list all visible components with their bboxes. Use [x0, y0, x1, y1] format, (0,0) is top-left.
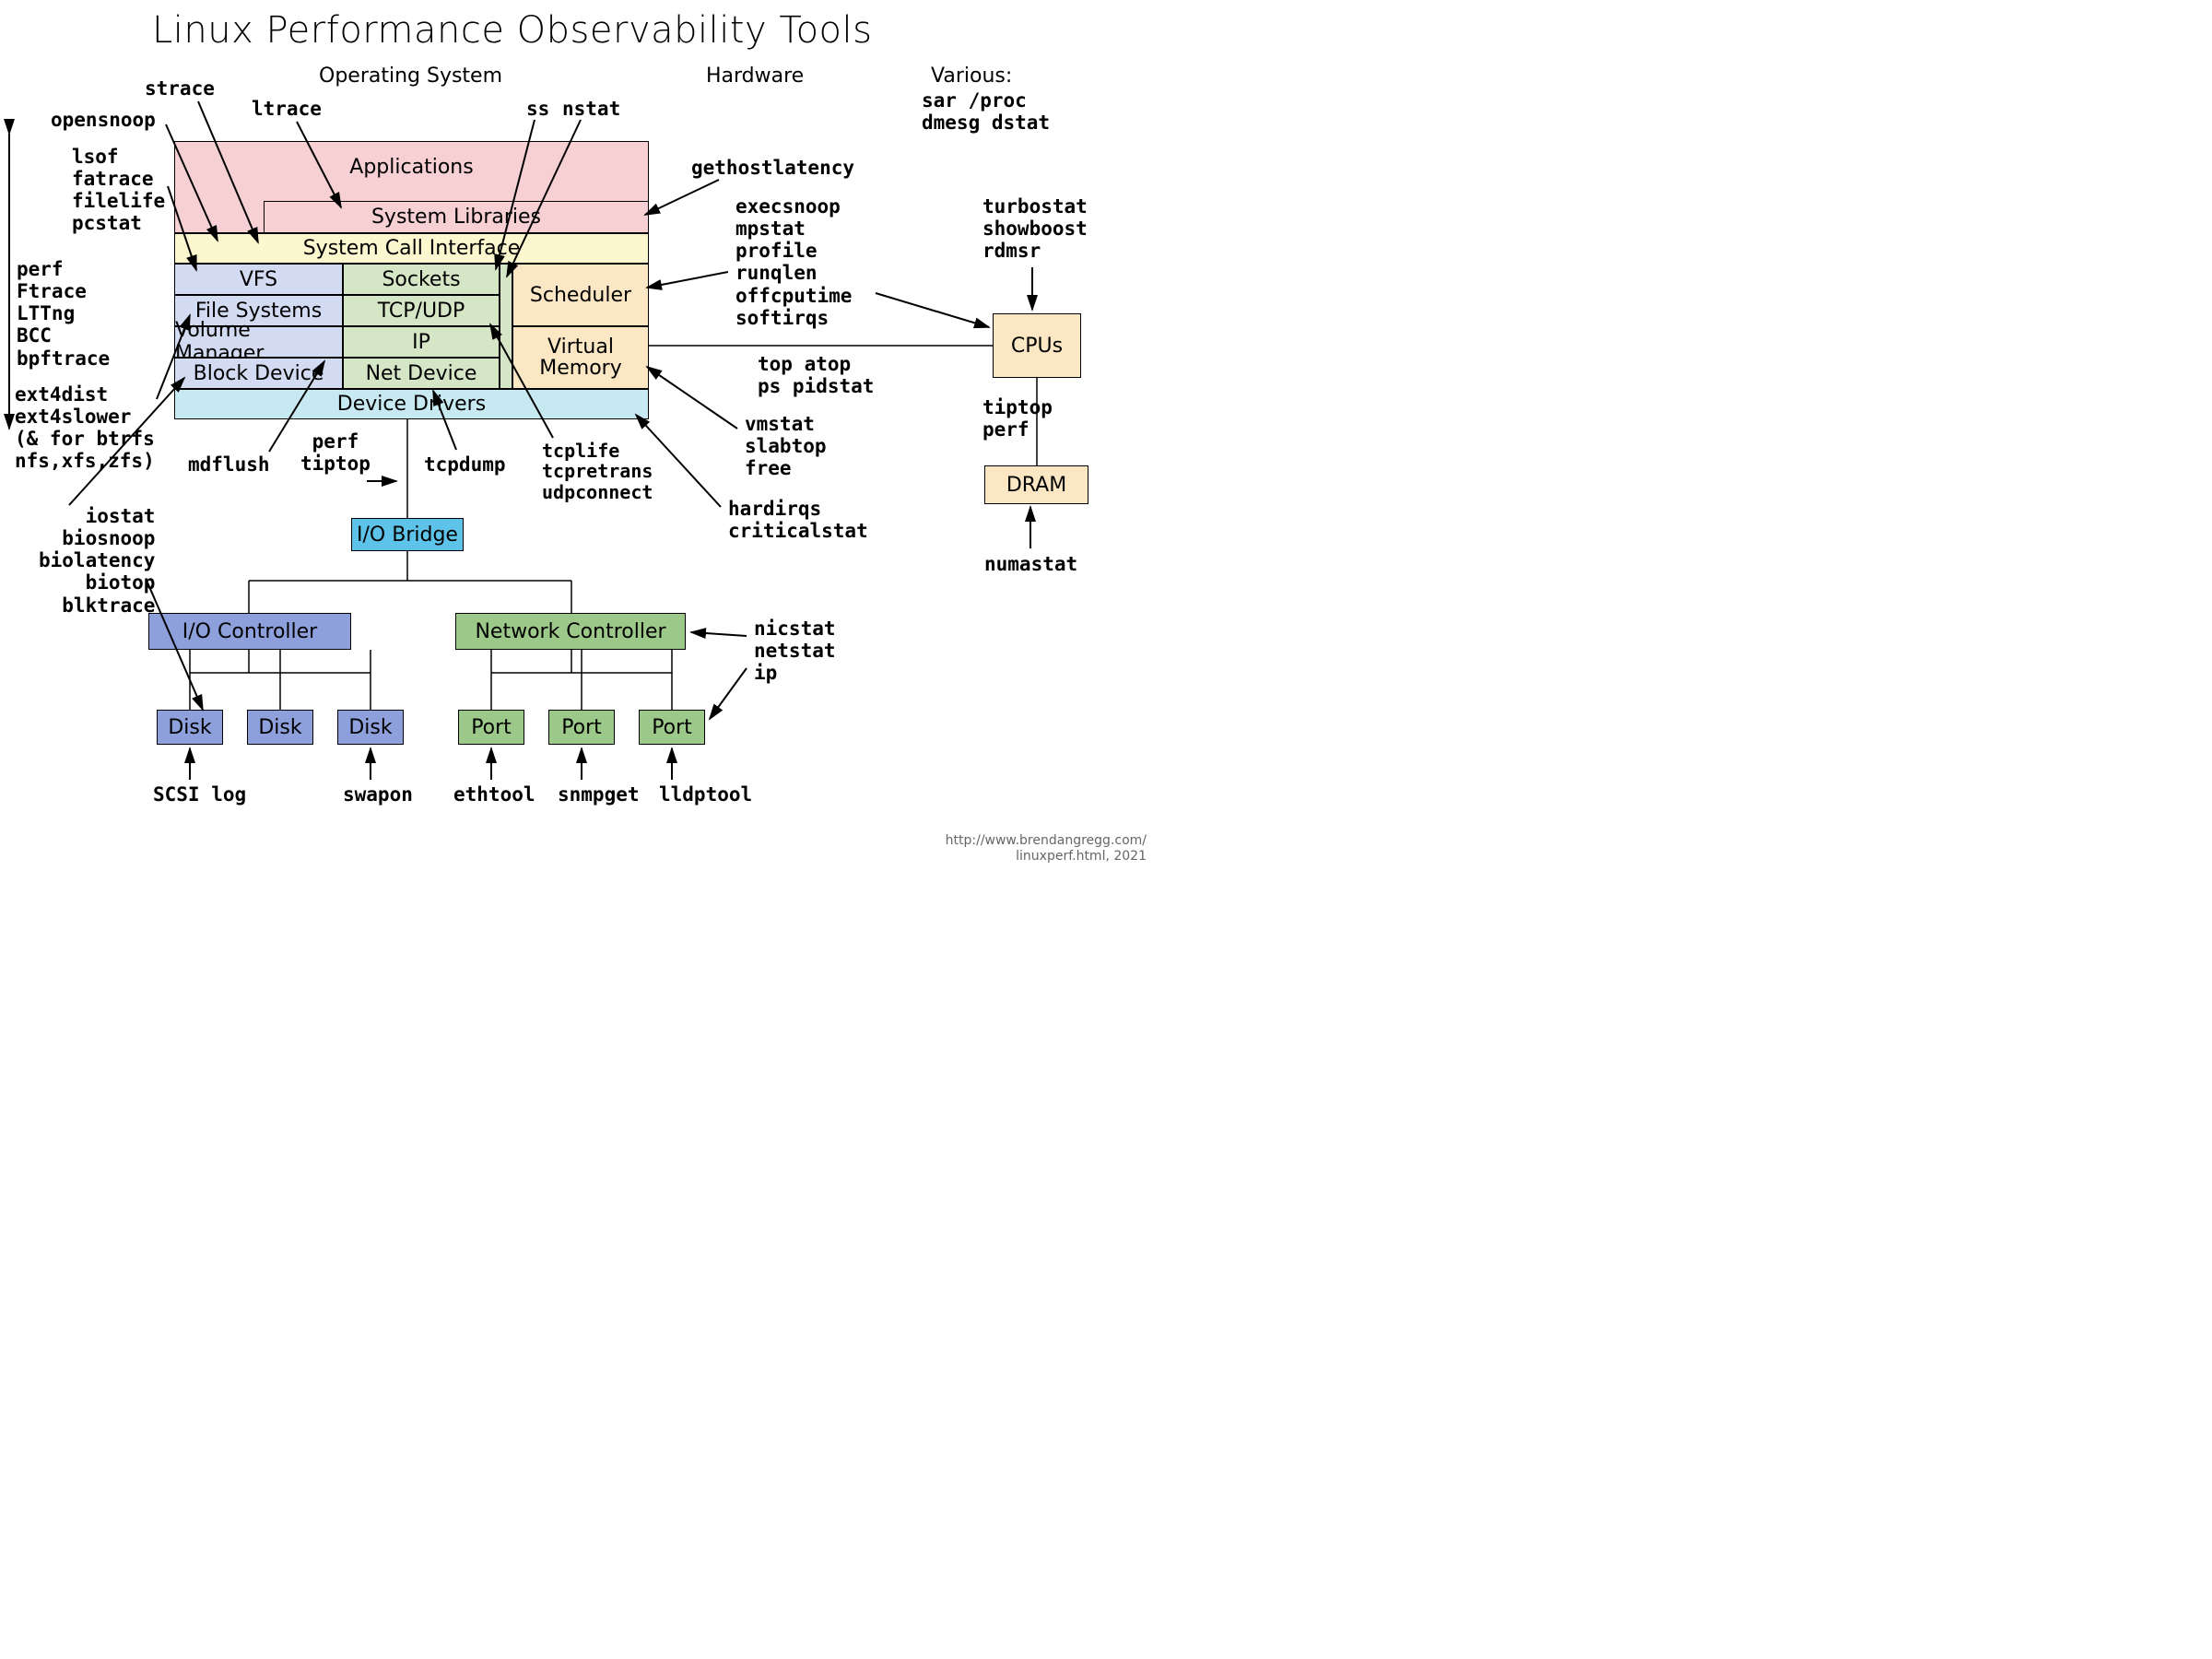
tool-turbo-group: turbostat showboost rdmsr — [982, 195, 1088, 262]
section-hw: Hardware — [706, 65, 804, 88]
label-syscall: System Call Interface — [303, 237, 521, 260]
tool-strace: strace — [145, 77, 215, 100]
tool-lldptool: lldptool — [659, 783, 752, 806]
tool-perf-group: perf Ftrace LTTng BCC bpftrace — [17, 258, 110, 370]
label-disk3: Disk — [348, 716, 392, 739]
box-volmgr: Volume Manager — [174, 326, 343, 358]
box-port3: Port — [639, 710, 705, 745]
tool-lsof-group: lsof fatrace filelife pcstat — [72, 146, 165, 235]
box-sockets: Sockets — [343, 264, 500, 295]
label-applications: Applications — [349, 156, 473, 179]
label-vfs: VFS — [240, 268, 277, 291]
box-ioctrl: I/O Controller — [148, 613, 351, 650]
tool-tiptop-group: tiptop perf — [982, 396, 1053, 441]
tool-gethostlatency: gethostlatency — [691, 157, 854, 179]
box-vfs: VFS — [174, 264, 343, 295]
tool-vm-group: vmstat slabtop free — [745, 413, 827, 479]
label-dram: DRAM — [1006, 474, 1066, 497]
box-scheduler: Scheduler — [512, 264, 649, 326]
label-scheduler: Scheduler — [530, 284, 631, 307]
label-port1: Port — [471, 716, 512, 739]
label-blockdev: Block Device — [194, 362, 324, 385]
box-dram: DRAM — [984, 465, 1088, 504]
tool-snmpget: snmpget — [558, 783, 640, 806]
tool-io-group: iostat biosnoop biolatency biotop blktra… — [39, 505, 155, 617]
box-netdev: Net Device — [343, 358, 500, 389]
box-syslib: System Libraries — [264, 201, 649, 233]
label-port3: Port — [652, 716, 692, 739]
tool-sar-proc: sar /proc — [922, 89, 1027, 112]
page-title: Linux Performance Observability Tools — [152, 9, 872, 52]
tool-top-group: top atop ps pidstat — [758, 353, 874, 397]
credit: http://www.brendangregg.com/ linuxperf.h… — [946, 833, 1147, 865]
tool-ltrace: ltrace — [252, 98, 322, 120]
box-port1: Port — [458, 710, 524, 745]
label-ioctrl: I/O Controller — [182, 620, 317, 643]
box-tcpudp: TCP/UDP — [343, 295, 500, 326]
box-cpus: CPUs — [993, 313, 1081, 378]
label-virtmem2: Memory — [539, 358, 621, 379]
label-netdev: Net Device — [366, 362, 477, 385]
tool-perf-tiptop: perf tiptop — [300, 430, 371, 475]
tool-opensnoop: opensnoop — [51, 109, 156, 131]
label-iobridge: I/O Bridge — [357, 524, 458, 547]
tool-nstat: nstat — [562, 98, 620, 120]
box-iobridge: I/O Bridge — [351, 518, 464, 551]
tool-ss: ss — [526, 98, 549, 120]
box-disk3: Disk — [337, 710, 404, 745]
box-narrow-strip — [500, 264, 512, 389]
tool-hardirq-group: hardirqs criticalstat — [728, 498, 868, 542]
section-various: Various: — [931, 65, 1012, 88]
box-netctrl: Network Controller — [455, 613, 686, 650]
label-sockets: Sockets — [382, 268, 460, 291]
label-drivers: Device Drivers — [337, 393, 486, 416]
tool-tcp-group: tcplife tcpretrans udpconnect — [542, 441, 653, 502]
label-disk2: Disk — [258, 716, 301, 739]
label-syslib: System Libraries — [371, 206, 541, 229]
box-drivers: Device Drivers — [174, 389, 649, 419]
tool-tcpdump: tcpdump — [424, 453, 506, 476]
tool-swapon: swapon — [343, 783, 413, 806]
tool-ethtool: ethtool — [453, 783, 535, 806]
box-ip: IP — [343, 326, 500, 358]
credit-line2: linuxperf.html, 2021 — [946, 849, 1147, 865]
label-netctrl: Network Controller — [475, 620, 665, 643]
label-port2: Port — [561, 716, 602, 739]
section-os: Operating System — [319, 65, 502, 88]
label-virtmem1: Virtual — [547, 336, 614, 358]
tool-dmesg-dstat: dmesg dstat — [922, 112, 1050, 134]
tool-sched-group: execsnoop mpstat profile runqlen offcput… — [735, 195, 852, 329]
box-disk2: Disk — [247, 710, 313, 745]
tool-numastat: numastat — [984, 553, 1077, 575]
label-cpus: CPUs — [1011, 335, 1063, 358]
box-virtmem: Virtual Memory — [512, 326, 649, 389]
label-tcpudp: TCP/UDP — [378, 300, 465, 323]
credit-url: http://www.brendangregg.com/ — [946, 833, 1147, 849]
tool-ext4-group: ext4dist ext4slower (& for btrfs nfs,xfs… — [15, 383, 155, 473]
label-disk1: Disk — [168, 716, 211, 739]
tool-scsi: SCSI log — [153, 783, 246, 806]
tool-mdflush: mdflush — [188, 453, 270, 476]
tool-nic-group: nicstat netstat ip — [754, 618, 836, 684]
label-ip: IP — [412, 331, 430, 354]
box-port2: Port — [548, 710, 615, 745]
box-syscall: System Call Interface — [174, 233, 649, 264]
box-disk1: Disk — [157, 710, 223, 745]
box-blockdev: Block Device — [174, 358, 343, 389]
